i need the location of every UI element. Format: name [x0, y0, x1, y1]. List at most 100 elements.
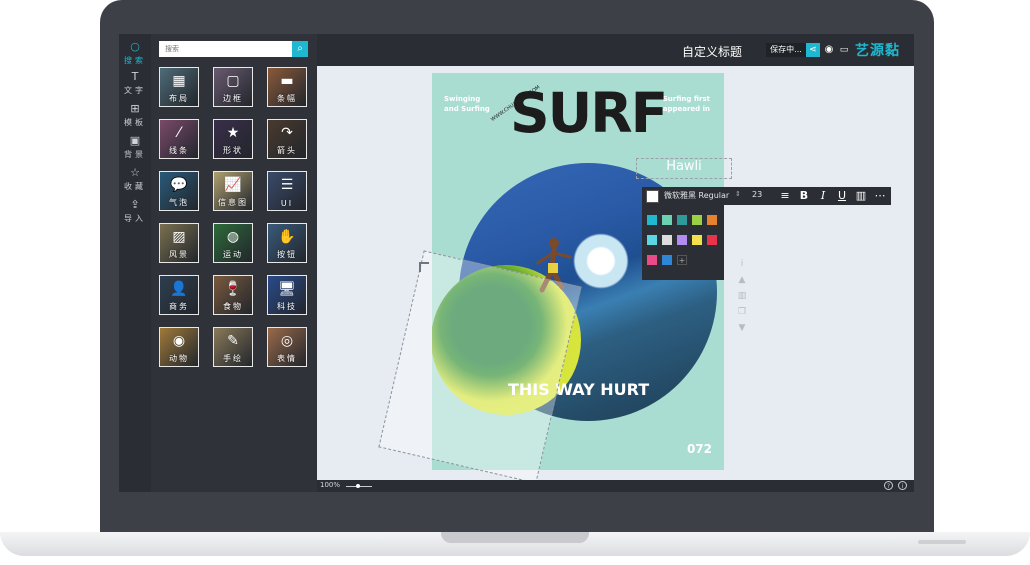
text-icon: T [131, 70, 139, 83]
chevron-down-icon[interactable]: ⇕ [735, 190, 741, 198]
present-button[interactable]: ▭ [837, 43, 851, 57]
asset-tile[interactable]: ★ 形状 [213, 119, 253, 159]
selected-text[interactable]: Hawli [636, 159, 732, 174]
bold-icon[interactable]: B [798, 189, 810, 203]
italic-icon[interactable]: I [817, 189, 829, 203]
asset-tile[interactable]: ◍ 运动 [213, 223, 253, 263]
underline-icon[interactable]: U [836, 189, 848, 203]
asset-tile[interactable]: 💬 气泡 [159, 171, 199, 211]
trash-icon[interactable]: ▥ [736, 288, 748, 304]
asset-tile[interactable]: ▨ 风景 [159, 223, 199, 263]
text-color-swatch[interactable] [646, 190, 659, 203]
copy-icon[interactable]: ❐ [736, 304, 748, 320]
rail-search[interactable]: ○ 搜索 [119, 41, 151, 66]
tile-icon: 🍷 [224, 281, 242, 297]
add-color-button[interactable]: + [677, 255, 687, 265]
asset-tile[interactable]: ✋ 按钮 [267, 223, 307, 263]
zoom-level: 100% [320, 481, 341, 489]
more-icon[interactable]: ⋯ [874, 189, 886, 203]
status-bar: 100% ? i [317, 480, 914, 492]
asset-tile[interactable]: ◎ 表情 [267, 327, 307, 367]
share-icon: ⋖ [809, 45, 817, 55]
asset-tile[interactable]: ▢ 边框 [213, 67, 253, 107]
arrow-up-icon[interactable]: ▲ [736, 272, 748, 288]
tile-label: 条幅 [277, 94, 297, 103]
tile-label: 商务 [169, 302, 189, 311]
upload-icon: ⇪ [130, 198, 140, 211]
asset-tile[interactable]: ▬ 条幅 [267, 67, 307, 107]
color-swatch[interactable] [662, 235, 672, 245]
asset-tile[interactable]: ⁄ 线条 [159, 119, 199, 159]
color-swatch[interactable] [707, 215, 717, 225]
zoom-slider-thumb[interactable] [356, 484, 360, 488]
left-rail: ○ 搜索 T 文字 ⊞ 模板 ▣ 背景 ☆ 收藏 ⇪ 导入 [119, 34, 151, 492]
asset-tile[interactable]: 🖥 科技 [267, 275, 307, 315]
layer-tools: i ▲ ▥ ❐ ▼ [736, 256, 748, 336]
color-swatch[interactable] [647, 235, 657, 245]
tile-label: 信息图 [218, 198, 248, 207]
tile-icon: 🖥 [278, 281, 296, 297]
font-size-input[interactable]: 23 [752, 190, 762, 199]
arrow-down-icon[interactable]: ▼ [736, 320, 748, 336]
align-icon[interactable]: ≡ [779, 189, 791, 203]
asset-tile[interactable]: ☰ UI [267, 171, 307, 211]
color-swatch[interactable] [692, 235, 702, 245]
laptop-foot [918, 540, 966, 544]
rail-label: 导入 [124, 214, 146, 223]
asset-tile[interactable]: ✎ 手绘 [213, 327, 253, 367]
asset-tile[interactable]: 🍷 食物 [213, 275, 253, 315]
asset-tile[interactable]: 👤 商务 [159, 275, 199, 315]
share-button[interactable]: ⋖ [806, 43, 820, 57]
search-input[interactable] [159, 41, 292, 57]
rail-favorite[interactable]: ☆ 收藏 [119, 167, 151, 192]
tile-label: 风景 [169, 250, 189, 259]
save-button[interactable]: 保存中... [766, 43, 806, 57]
info-icon[interactable]: i [736, 256, 748, 272]
help-icon[interactable]: ? [884, 481, 893, 490]
tile-icon: ↷ [281, 125, 293, 141]
color-swatch[interactable] [677, 215, 687, 225]
asset-tile[interactable]: ▦ 布局 [159, 67, 199, 107]
search-icon: ○ [130, 40, 140, 53]
document-title[interactable]: 自定义标题 [682, 43, 742, 60]
rail-background[interactable]: ▣ 背景 [119, 135, 151, 160]
poster-top-right-text[interactable]: Surfing first appeared in [660, 94, 710, 114]
asset-tile[interactable]: ↷ 箭头 [267, 119, 307, 159]
resize-handle[interactable] [419, 262, 429, 272]
rail-label: 文字 [124, 86, 146, 95]
rail-text[interactable]: T 文字 [119, 71, 151, 96]
info-icon[interactable]: i [898, 481, 907, 490]
tile-icon: ✎ [227, 333, 239, 349]
tile-icon: 👤 [170, 281, 188, 297]
tile-icon: ▬ [280, 73, 294, 89]
poster-top-left-text[interactable]: Swinging and Surfing [444, 94, 492, 114]
color-swatch[interactable] [647, 215, 657, 225]
tile-label: 边框 [223, 94, 243, 103]
top-bar: 自定义标题 保存中... ⋖ ◉ ▭ 艺源黏 [317, 34, 914, 66]
asset-tile[interactable]: 📈 信息图 [213, 171, 253, 211]
color-swatch[interactable] [707, 235, 717, 245]
color-swatch[interactable] [692, 215, 702, 225]
star-icon: ☆ [130, 166, 140, 179]
tile-icon: ⁄ [177, 125, 181, 141]
color-swatch[interactable] [662, 255, 672, 265]
color-swatch[interactable] [662, 215, 672, 225]
tile-icon: ✋ [278, 229, 296, 245]
color-swatch[interactable] [647, 255, 657, 265]
tile-icon: ◉ [172, 333, 186, 349]
poster-number[interactable]: 072 [687, 442, 712, 456]
tile-label: 表情 [277, 354, 297, 363]
search-button[interactable]: ⌕ [292, 41, 308, 57]
tile-label: 手绘 [223, 354, 243, 363]
rail-import[interactable]: ⇪ 导入 [119, 199, 151, 224]
asset-tile[interactable]: ◉ 动物 [159, 327, 199, 367]
tile-label: 气泡 [169, 198, 189, 207]
template-icon: ⊞ [130, 102, 140, 115]
trash-icon[interactable]: ▥ [855, 189, 867, 203]
preview-button[interactable]: ◉ [822, 43, 836, 57]
font-select[interactable]: 微软雅黑 Regular [664, 190, 729, 201]
design-canvas[interactable]: Swinging and Surfing Surfing first appea… [317, 66, 914, 480]
rail-label: 背景 [124, 150, 146, 159]
rail-template[interactable]: ⊞ 模板 [119, 103, 151, 128]
color-swatch[interactable] [677, 235, 687, 245]
